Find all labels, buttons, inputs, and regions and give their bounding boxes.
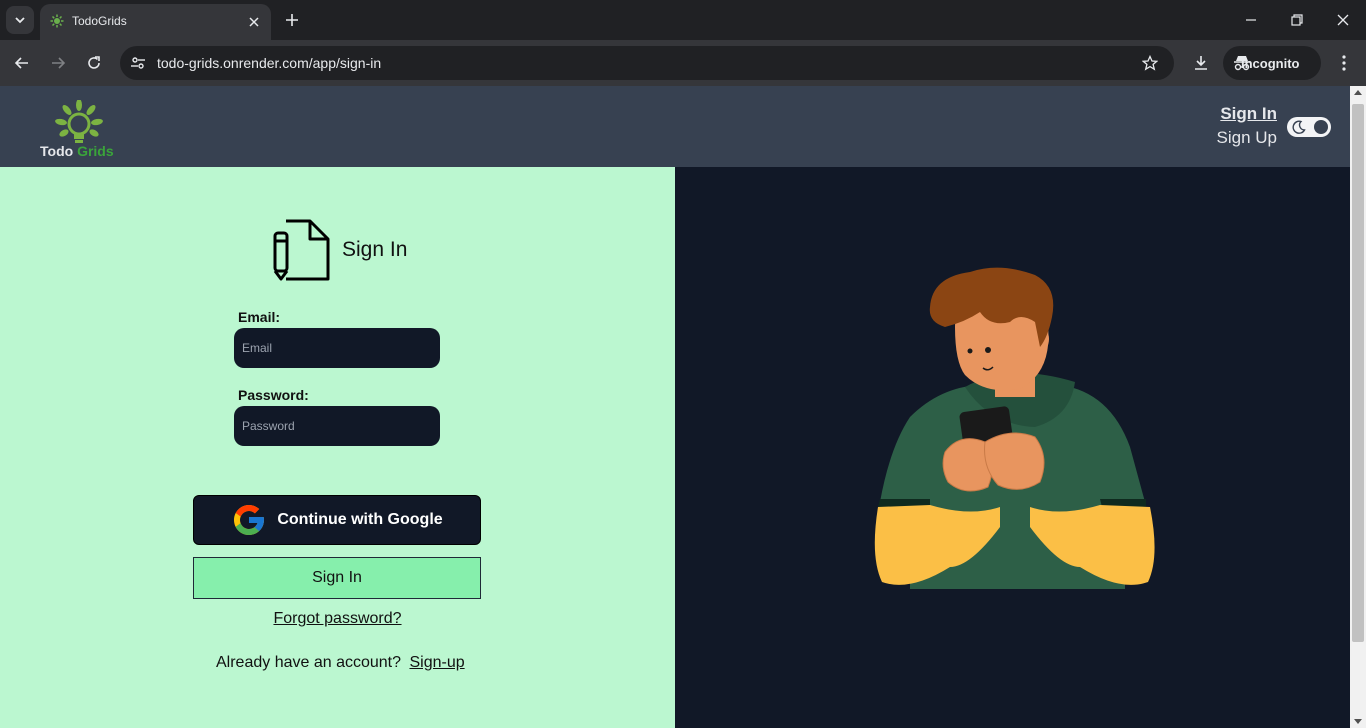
browser-tab[interactable]: TodoGrids — [40, 4, 271, 40]
vertical-scrollbar[interactable] — [1350, 86, 1366, 728]
header-auth-links: Sign In Sign Up — [1217, 104, 1277, 148]
sign-in-panel: Sign In Email: Password: Continue with G… — [0, 167, 675, 728]
close-icon — [249, 17, 259, 27]
new-tab-button[interactable] — [282, 10, 302, 30]
forward-button[interactable] — [47, 52, 69, 74]
download-icon — [1195, 56, 1207, 70]
scroll-down-arrow-icon[interactable] — [1354, 719, 1362, 724]
header-sign-up-link[interactable]: Sign Up — [1217, 128, 1277, 148]
password-label: Password: — [238, 387, 309, 403]
header-sign-in-link[interactable]: Sign In — [1217, 104, 1277, 124]
close-icon — [1337, 14, 1349, 26]
email-label: Email: — [238, 309, 281, 325]
person-with-phone-illustration — [874, 267, 1155, 589]
illustration-panel — [675, 167, 1350, 728]
minimize-icon — [1246, 19, 1256, 21]
password-field[interactable] — [234, 406, 440, 446]
arrow-left-icon — [14, 57, 28, 69]
tab-search-button[interactable] — [6, 6, 34, 34]
restore-icon — [1291, 14, 1303, 26]
forgot-password-link[interactable]: Forgot password? — [273, 610, 401, 627]
lightbulb-leaf-logo-icon — [55, 99, 103, 143]
signup-prompt: Already have an account? Sign-up — [216, 654, 465, 672]
browser-menu-button[interactable] — [1334, 52, 1354, 74]
downloads-button[interactable] — [1190, 52, 1212, 74]
sign-in-button[interactable]: Sign In — [193, 557, 481, 599]
logo-word-grids: Grids — [77, 143, 114, 159]
close-window-button[interactable] — [1333, 10, 1353, 30]
moon-icon — [1292, 120, 1306, 134]
toggle-knob — [1314, 120, 1328, 134]
tune-icon — [131, 57, 145, 69]
email-field[interactable] — [234, 328, 440, 368]
address-bar[interactable]: todo-grids.onrender.com/app/sign-in — [120, 46, 1174, 80]
site-info-button[interactable] — [128, 53, 148, 73]
reload-button[interactable] — [83, 52, 105, 74]
tab-close-button[interactable] — [245, 13, 263, 31]
logo-word-todo: Todo — [40, 143, 74, 159]
plus-icon — [286, 14, 298, 26]
document-pen-icon — [273, 219, 330, 281]
incognito-indicator[interactable]: Incognito — [1223, 46, 1321, 80]
page-viewport: Todo Grids Sign In Sign Up Sign In Email… — [0, 86, 1350, 728]
google-sign-in-button[interactable]: Continue with Google — [193, 495, 481, 545]
app-header: Todo Grids Sign In Sign Up — [0, 86, 1350, 167]
star-icon — [1142, 55, 1158, 71]
already-account-text: Already have an account? — [216, 654, 402, 671]
google-button-label: Continue with Google — [277, 511, 443, 528]
back-button[interactable] — [11, 52, 33, 74]
restore-button[interactable] — [1287, 10, 1307, 30]
browser-tab-strip: TodoGrids — [0, 0, 1366, 40]
theme-toggle[interactable] — [1287, 117, 1331, 137]
scrollbar-thumb[interactable] — [1352, 104, 1364, 642]
incognito-label: Incognito — [1241, 55, 1300, 71]
scroll-up-arrow-icon[interactable] — [1354, 90, 1362, 95]
forgot-password-row: Forgot password? — [0, 610, 675, 628]
minimize-button[interactable] — [1241, 10, 1261, 30]
tab-title: TodoGrids — [72, 14, 127, 28]
google-icon — [234, 505, 265, 535]
sign-up-link[interactable]: Sign-up — [409, 654, 464, 671]
logo-text: Todo Grids — [40, 143, 114, 159]
more-vertical-icon — [1342, 55, 1346, 71]
bookmark-button[interactable] — [1140, 53, 1160, 73]
app-logo[interactable]: Todo Grids — [40, 99, 120, 160]
todogrids-favicon — [50, 14, 64, 28]
url-text: todo-grids.onrender.com/app/sign-in — [157, 55, 382, 71]
reload-icon — [88, 56, 100, 69]
arrow-right-icon — [52, 57, 66, 69]
browser-toolbar: todo-grids.onrender.com/app/sign-in Inco… — [0, 40, 1366, 86]
chevron-down-icon — [15, 17, 25, 24]
form-title: Sign In — [342, 238, 408, 261]
